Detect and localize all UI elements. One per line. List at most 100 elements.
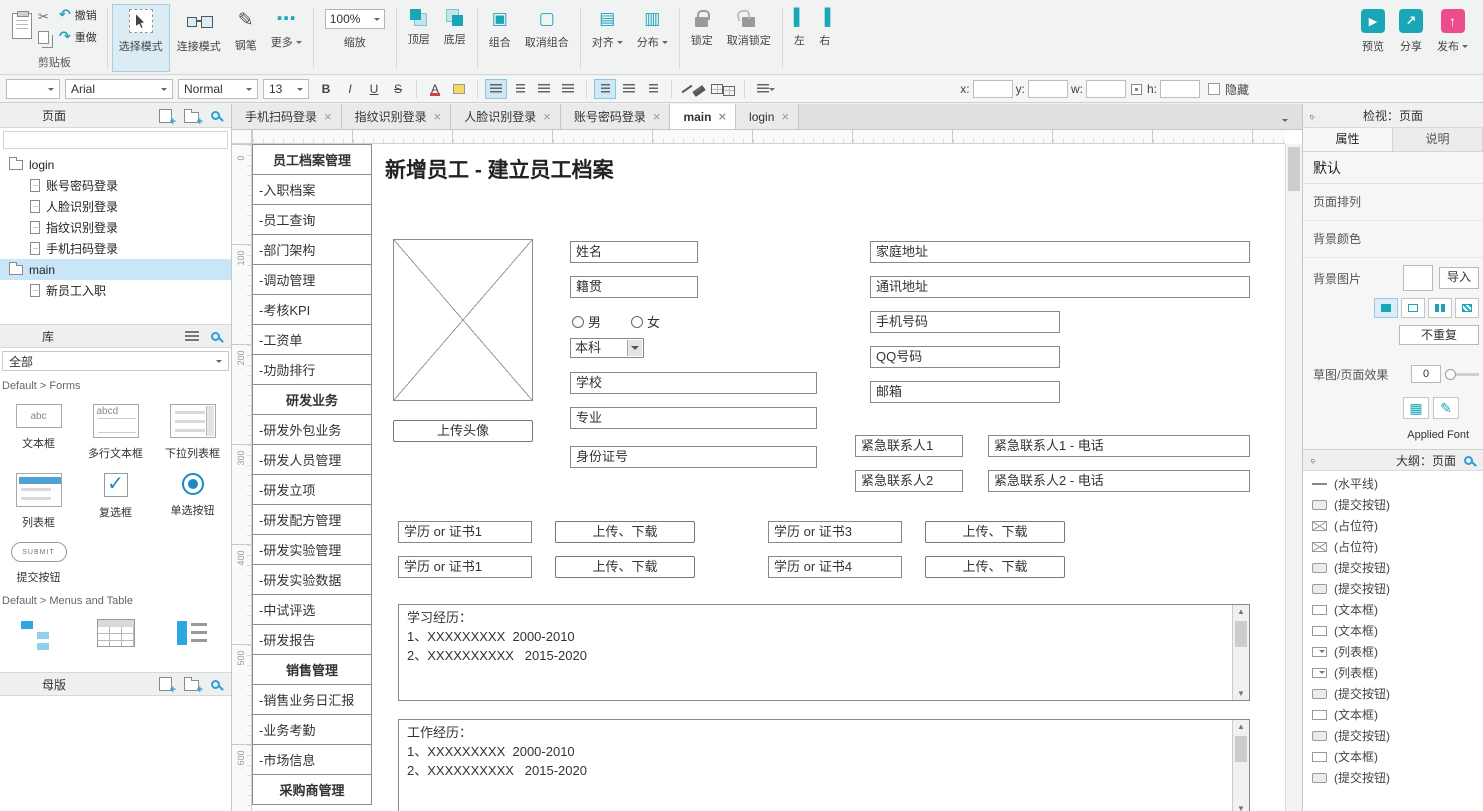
image-align-fill-button[interactable] [1374,298,1398,318]
library-widget[interactable]: abc 文本框 [0,392,77,461]
wireframe-certificate-input[interactable]: 学历 or 证书4 [768,556,902,578]
page-tree-item[interactable]: main [0,259,231,280]
outline-item[interactable]: (提交按钮) [1303,683,1483,704]
scrollbar-thumb[interactable] [1235,621,1247,647]
collapse-panel-icon[interactable] [1310,453,1316,467]
page-tree-item[interactable]: 人脸识别登录 [0,196,231,217]
add-page-icon[interactable] [159,109,172,123]
wireframe-menu-item[interactable]: -研发实验数据 [252,564,372,595]
close-tab-icon[interactable] [543,109,551,124]
wireframe-menu-item[interactable]: -员工查询 [252,204,372,235]
h-input[interactable] [1160,80,1200,98]
tab-properties[interactable]: 属性 [1303,128,1393,151]
outline-item[interactable]: (占位符) [1303,536,1483,557]
outline-item[interactable]: (文本框) [1303,620,1483,641]
library-menu-icon[interactable] [185,331,199,341]
fill-color-button[interactable] [448,79,470,99]
wireframe-certificate-input[interactable]: 学历 or 证书1 [398,556,532,578]
outline-item[interactable]: (列表框) [1303,662,1483,683]
close-tab-icon[interactable] [324,109,332,124]
wireframe-upload-download-button[interactable]: 上传、下载 [555,556,695,578]
add-master-icon[interactable] [159,677,172,691]
outline-item[interactable]: (提交按钮) [1303,557,1483,578]
group-button[interactable]: 组合 [482,4,518,72]
publish-button[interactable]: 发布 [1430,4,1475,72]
zoom-select[interactable]: 100% [325,9,385,29]
image-align-fit-button[interactable] [1401,298,1425,318]
library-widget[interactable]: 列表框 [0,461,77,530]
paste-icon[interactable] [12,13,32,39]
page-arrange-section[interactable]: 页面排列 [1303,184,1483,221]
wireframe-education-select[interactable]: 本科 [570,338,644,358]
search-icon[interactable] [211,680,220,689]
page-tree-item[interactable]: 账号密码登录 [0,175,231,196]
wireframe-menu-item[interactable]: -研发配方管理 [252,504,372,535]
font-size-select[interactable]: 13 [263,79,309,99]
bring-to-front-button[interactable]: 顶层 [401,4,437,72]
search-icon[interactable] [1464,456,1473,465]
outline-item[interactable]: (文本框) [1303,746,1483,767]
list-style-button[interactable] [752,79,780,99]
hide-checkbox[interactable] [1208,83,1220,95]
wireframe-upload-avatar-button[interactable]: 上传头像 [393,420,533,442]
library-widget[interactable]: SUBMIT 提交按钮 [0,530,77,585]
color-mode-button[interactable] [1403,397,1429,419]
y-input[interactable] [1028,80,1068,98]
wireframe-menu-item[interactable]: -市场信息 [252,744,372,775]
wireframe-contact2-phone-input[interactable]: 紧急联系人2 - 电话 [988,470,1250,492]
wireframe-menu-item[interactable]: -功勋排行 [252,354,372,385]
wireframe-hometown-input[interactable]: 籍贯 [570,276,698,298]
wireframe-qq-input[interactable]: QQ号码 [870,346,1060,368]
wireframe-radio-male[interactable]: 男 [572,312,601,331]
align-text-left-button[interactable] [485,79,507,99]
library-widget[interactable] [77,607,154,668]
library-widget[interactable] [154,607,231,668]
wireframe-menu-item[interactable]: 销售管理 [252,654,372,685]
font-style-select[interactable]: Normal [178,79,258,99]
scrollbar-thumb[interactable] [1235,736,1247,762]
scrollbar-thumb[interactable] [1288,147,1300,191]
wireframe-menu-item[interactable]: -部门架构 [252,234,372,265]
copy-icon[interactable] [38,31,49,44]
add-folder-icon[interactable] [184,112,199,123]
wireframe-name-input[interactable]: 姓名 [570,241,698,263]
select-mode-button[interactable]: 选择模式 [112,4,170,72]
lock-button[interactable]: 锁定 [684,4,720,72]
wireframe-menu-item[interactable]: -业务考勤 [252,714,372,745]
ungroup-button[interactable]: 取消组合 [518,4,576,72]
outline-item[interactable]: (列表框) [1303,641,1483,662]
wireframe-menu-item[interactable]: -研发外包业务 [252,414,372,445]
hide-toggle[interactable]: 隐藏 [1208,81,1249,98]
valign-bottom-button[interactable] [642,79,664,99]
close-tab-icon[interactable] [434,109,442,124]
cut-icon[interactable] [38,8,53,26]
wireframe-menu-item[interactable]: -研发报告 [252,624,372,655]
outline-item[interactable]: (提交按钮) [1303,725,1483,746]
strikethrough-button[interactable]: S [387,79,409,99]
border-style-button[interactable] [709,79,737,99]
no-repeat-button[interactable]: 不重复 [1399,325,1479,345]
document-tab[interactable]: main [670,104,736,129]
tab-notes[interactable]: 说明 [1393,128,1483,151]
document-tab[interactable]: 人脸识别登录 [451,104,561,129]
align-left-edge-button[interactable]: 左 [787,4,812,72]
more-button[interactable]: 更多 [264,4,309,72]
page-tree-item[interactable]: 新员工入职 [0,280,231,301]
wireframe-email-input[interactable]: 邮箱 [870,381,1060,403]
wireframe-menu-item[interactable]: -研发立项 [252,474,372,505]
link-dimensions-icon[interactable] [1131,84,1142,95]
wireframe-contact1-phone-input[interactable]: 紧急联系人1 - 电话 [988,435,1250,457]
send-to-back-button[interactable]: 底层 [437,4,473,72]
wireframe-mail-address-input[interactable]: 通讯地址 [870,276,1250,298]
library-widget[interactable]: 单选按钮 [154,461,231,530]
wireframe-radio-female[interactable]: 女 [631,312,660,331]
align-right-edge-button[interactable]: 右 [812,4,837,72]
document-tab[interactable]: 指纹识别登录 [342,104,452,129]
image-align-tile-button[interactable] [1455,298,1479,318]
font-family-select[interactable]: Arial [65,79,173,99]
wireframe-menu-item[interactable]: -入职档案 [252,174,372,205]
outline-item[interactable]: (占位符) [1303,515,1483,536]
unlock-button[interactable]: 取消锁定 [720,4,778,72]
undo-button[interactable]: 撤销 [59,6,97,23]
connect-mode-button[interactable]: 连接模式 [170,4,228,72]
